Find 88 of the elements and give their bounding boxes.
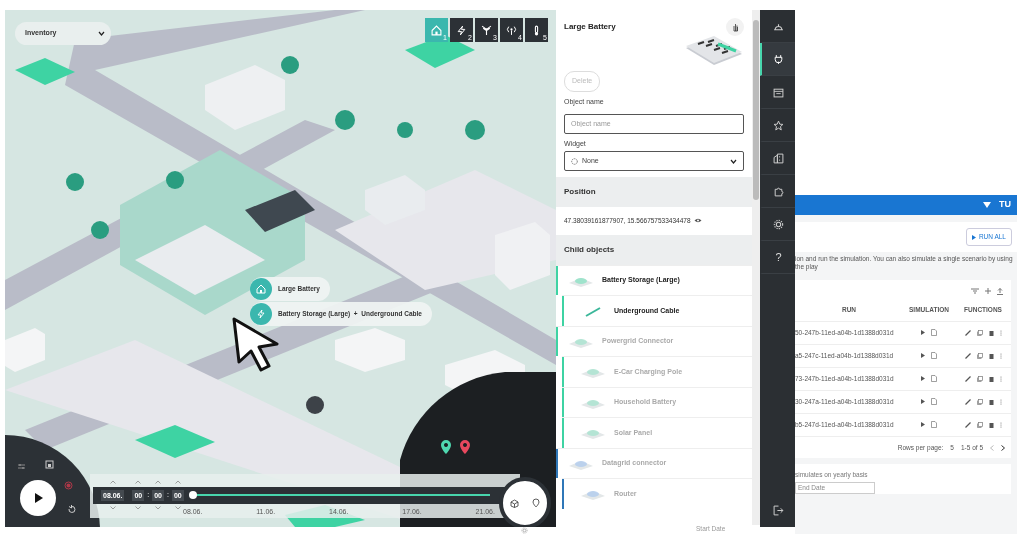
power-icon	[256, 309, 266, 319]
play-icon	[33, 493, 43, 503]
trash-icon[interactable]	[988, 329, 994, 336]
play-icon[interactable]	[921, 353, 925, 359]
chevron-right-icon[interactable]	[1001, 444, 1005, 451]
cube-icon	[509, 498, 519, 508]
edit-icon[interactable]	[964, 421, 971, 428]
copy-icon[interactable]	[976, 398, 983, 405]
university-logo: TU	[999, 198, 1011, 212]
copy-icon[interactable]	[976, 375, 983, 382]
signal-icon	[506, 24, 517, 36]
power-icon	[456, 24, 467, 36]
play-icon[interactable]	[921, 399, 925, 405]
add-icon[interactable]	[985, 287, 991, 294]
plug-icon	[773, 53, 784, 65]
document-icon[interactable]	[931, 352, 937, 360]
undo-icon[interactable]	[67, 505, 76, 514]
document-icon[interactable]	[931, 398, 937, 406]
edit-icon[interactable]	[964, 375, 971, 382]
edit-icon[interactable]	[964, 329, 971, 336]
chevron-down-icon[interactable]	[155, 506, 162, 511]
gear-icon	[773, 218, 784, 230]
edit-icon[interactable]	[964, 398, 971, 405]
cursor-icon	[231, 316, 281, 372]
section-heading: Child objects	[556, 234, 752, 265]
play-icon[interactable]	[921, 376, 925, 382]
copy-icon[interactable]	[976, 329, 983, 336]
hand-button[interactable]	[726, 18, 744, 36]
tree	[397, 122, 413, 138]
trash-icon[interactable]	[988, 421, 994, 428]
antenna-icon	[481, 24, 492, 36]
play-icon[interactable]	[921, 330, 925, 336]
chevron-down-icon	[730, 158, 737, 164]
map-pin-icon	[441, 440, 451, 454]
sidebar-item[interactable]	[760, 43, 795, 76]
sliders-icon[interactable]	[17, 462, 26, 471]
document-icon[interactable]	[931, 375, 937, 383]
tree	[66, 173, 84, 191]
panel-title: Large Battery	[564, 21, 616, 33]
wifi-icon	[983, 202, 991, 208]
home-icon	[431, 24, 442, 36]
star-icon	[773, 119, 784, 131]
tree	[166, 171, 184, 189]
chevron-down-icon[interactable]	[109, 506, 116, 511]
document-icon[interactable]	[931, 421, 937, 429]
buildings-icon	[773, 152, 784, 164]
save-icon[interactable]	[45, 460, 54, 469]
tree	[465, 120, 485, 140]
play-icon	[971, 234, 976, 240]
circle-icon	[571, 157, 578, 165]
chevron-up-icon[interactable]	[174, 479, 181, 484]
chevron-down-icon	[98, 31, 105, 36]
trash-icon[interactable]	[988, 352, 994, 359]
hand-icon	[731, 22, 739, 32]
gear-icon	[521, 527, 528, 534]
tree	[281, 56, 299, 74]
slider-thumb[interactable]	[188, 491, 197, 499]
calendar-icon	[773, 86, 784, 98]
document-icon[interactable]	[931, 329, 937, 337]
scrollbar[interactable]	[752, 10, 760, 525]
section-heading: Position	[556, 177, 752, 207]
pin-icon	[532, 498, 540, 508]
edit-icon[interactable]	[964, 352, 971, 359]
battery-model-drawing	[684, 36, 744, 66]
chevron-up-icon[interactable]	[135, 479, 142, 484]
copy-icon[interactable]	[976, 352, 983, 359]
waste-bin	[306, 396, 324, 414]
map-pin-icon	[460, 440, 470, 454]
chevron-down-icon[interactable]	[135, 506, 142, 511]
trash-icon[interactable]	[988, 398, 994, 405]
upload-icon[interactable]	[997, 287, 1003, 295]
chevron-up-icon[interactable]	[109, 479, 116, 484]
tree	[91, 221, 109, 239]
logout-icon	[773, 505, 784, 516]
copy-icon[interactable]	[976, 421, 983, 428]
lawn-tile	[405, 35, 475, 68]
play-icon[interactable]	[921, 422, 925, 428]
chevron-down-icon[interactable]	[174, 506, 181, 511]
record-icon[interactable]	[64, 481, 73, 490]
trash-icon[interactable]	[988, 375, 994, 382]
filter-icon[interactable]	[971, 287, 979, 294]
lawn-tile	[15, 58, 75, 85]
chevron-up-icon[interactable]	[155, 479, 162, 484]
puzzle-icon	[773, 185, 784, 197]
tree	[335, 110, 355, 130]
home-icon	[256, 284, 266, 294]
solar-roof	[245, 190, 315, 232]
eye-icon	[693, 218, 702, 224]
